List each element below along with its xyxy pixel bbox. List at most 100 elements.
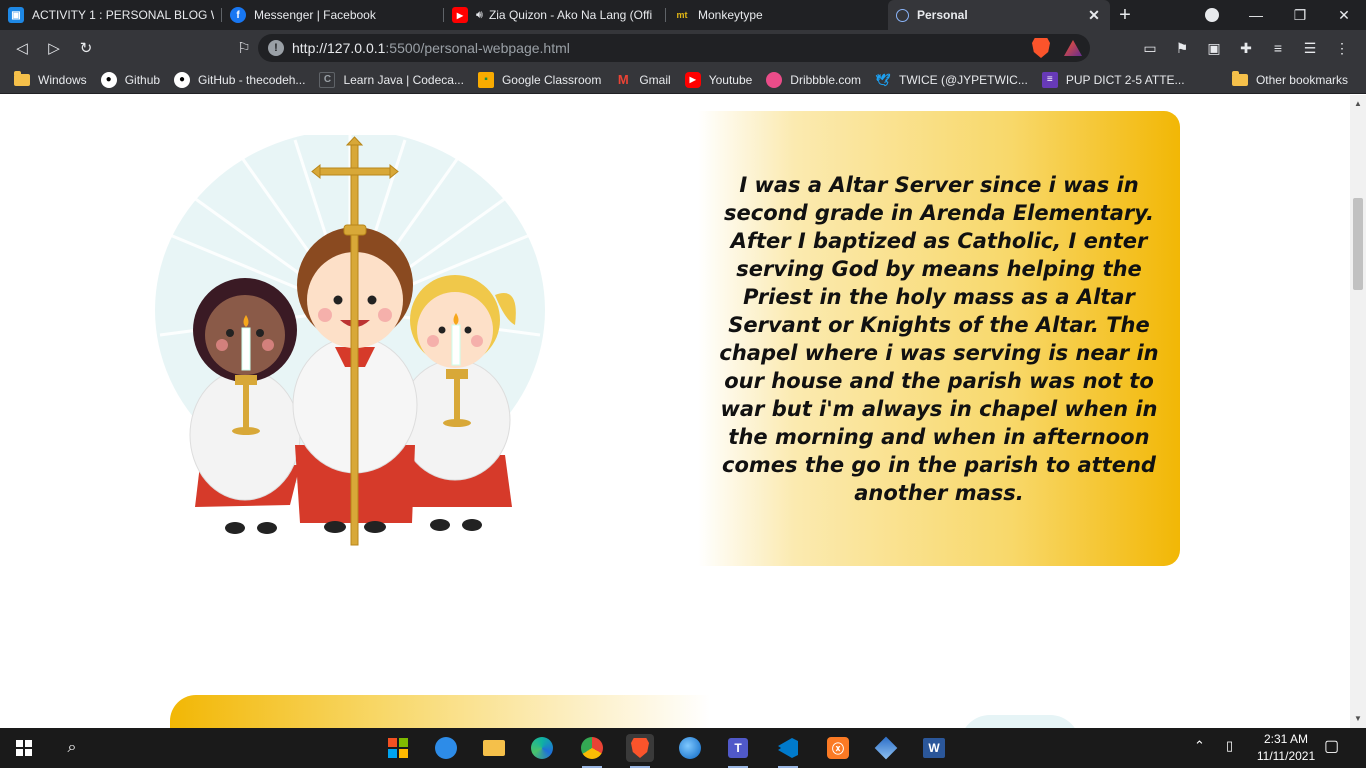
- bookmark-twice[interactable]: 🕊︎ TWICE (@JYPETWIC...: [869, 68, 1036, 92]
- flag-icon[interactable]: ⚑: [1166, 32, 1198, 64]
- tab-title: ACTIVITY 1 : PERSONAL BLOG WEB: [32, 8, 214, 22]
- dribbble-icon: [766, 71, 783, 88]
- bookmark-label: Youtube: [708, 72, 753, 87]
- bookmark-codecademy[interactable]: C Learn Java | Codeca...: [313, 68, 472, 92]
- github-icon: ●: [174, 71, 191, 88]
- new-tab-button[interactable]: +: [1110, 0, 1140, 30]
- sync-app-icon[interactable]: [432, 734, 460, 762]
- search-icon[interactable]: ⌕: [58, 734, 86, 762]
- microsoft-store-icon[interactable]: [384, 734, 412, 762]
- windows-start-icon[interactable]: [10, 734, 38, 762]
- tab-activity[interactable]: ▣ ACTIVITY 1 : PERSONAL BLOG WEB: [0, 0, 222, 30]
- close-tab-icon[interactable]: ✕: [1086, 7, 1102, 23]
- brave-rewards-icon[interactable]: [1064, 40, 1082, 56]
- scroll-down-icon[interactable]: ▼: [1350, 712, 1366, 726]
- bookmark-youtube[interactable]: ▶ Youtube: [679, 68, 761, 92]
- bookmark-label: Github: [124, 72, 161, 87]
- bookmark-google-classroom[interactable]: ▪ Google Classroom: [472, 68, 609, 92]
- monkeytype-icon: mt: [676, 10, 688, 20]
- site-info-icon[interactable]: !: [268, 40, 284, 56]
- tab-messenger[interactable]: f Messenger | Facebook: [222, 0, 444, 30]
- bookmark-github-thecodeh[interactable]: ● GitHub - thecodeh...: [168, 68, 313, 92]
- teams-icon[interactable]: T: [724, 734, 752, 768]
- tab-title: Zia Quizon - Ako Na Lang (Offi: [488, 8, 653, 22]
- screen: ▣ ACTIVITY 1 : PERSONAL BLOG WEB f Messe…: [0, 0, 1366, 768]
- forms-icon: ≡: [1041, 71, 1058, 88]
- classroom-icon: ▪: [477, 71, 494, 88]
- reload-button[interactable]: ↻: [70, 32, 102, 64]
- extension-icon[interactable]: ▣: [1198, 32, 1230, 64]
- youtube-icon: ▶: [684, 71, 701, 88]
- url-host: http://127.0.0.1: [292, 40, 386, 56]
- bookmark-label: Other bookmarks: [1255, 73, 1348, 87]
- bookmark-label: Windows: [38, 72, 87, 87]
- scroll-up-icon[interactable]: ▲: [1350, 97, 1366, 111]
- page-scrollbar[interactable]: ▲ ▼: [1350, 95, 1366, 728]
- folder-icon: [1231, 71, 1248, 88]
- system-clock[interactable]: 2:31 AM 11/11/2021: [1254, 731, 1318, 765]
- youtube-icon: ▶: [452, 7, 468, 23]
- bookmarks-bar: Windows ● Github ● GitHub - thecodeh... CL…: [0, 66, 1366, 94]
- minimize-button[interactable]: —: [1234, 0, 1278, 30]
- vscode-icon[interactable]: [774, 734, 802, 768]
- xampp-icon[interactable]: ⓧ: [824, 734, 852, 762]
- tab-search-icon[interactable]: ▭: [1134, 32, 1166, 64]
- windows-taskbar: ⌕ T ⓧ W ⌃ ▯ 2:31 AM 11/11/2021 ▢: [0, 728, 1366, 768]
- gmail-icon: M: [617, 72, 629, 87]
- url-text: http://127.0.0.1:5500/personal-webpage.h…: [292, 40, 570, 56]
- tab-personal[interactable]: Personal ✕: [888, 0, 1110, 30]
- tab-title: Messenger | Facebook: [254, 8, 376, 22]
- blog-text-card: I was a Altar Server since i was in seco…: [698, 111, 1180, 566]
- bookmark-dribbble[interactable]: Dribbble.com: [760, 68, 869, 92]
- speaker-icon[interactable]: 🔊︎: [476, 9, 483, 22]
- tab-youtube[interactable]: ▶ 🔊︎ Zia Quizon - Ako Na Lang (Offi: [444, 0, 666, 30]
- tab-monkeytype[interactable]: mt Monkeytype: [666, 0, 888, 30]
- blog-paragraph: I was a Altar Server since i was in seco…: [719, 172, 1159, 505]
- playlist-icon[interactable]: ≡: [1262, 32, 1294, 64]
- file-explorer-icon[interactable]: [480, 734, 508, 762]
- address-bar[interactable]: ! http://127.0.0.1:5500/personal-webpage…: [258, 34, 1090, 62]
- bookmark-label: TWICE (@JYPETWIC...: [899, 72, 1028, 87]
- show-hidden-icons[interactable]: ⌃: [1194, 738, 1205, 754]
- puzzle-icon[interactable]: ✚: [1230, 32, 1262, 64]
- chrome-icon[interactable]: [578, 734, 606, 768]
- bookmark-label: PUP DICT 2-5 ATTE...: [1065, 72, 1185, 87]
- page-viewport: I was a Altar Server since i was in seco…: [0, 95, 1350, 728]
- restore-button[interactable]: ❐: [1278, 0, 1322, 30]
- bookmark-gmail[interactable]: M Gmail: [609, 68, 678, 92]
- edge-icon[interactable]: [528, 734, 556, 762]
- firefox-icon[interactable]: [676, 734, 704, 762]
- close-window-button[interactable]: ✕: [1322, 0, 1366, 30]
- bookmark-icon[interactable]: ⚐: [228, 32, 260, 64]
- github-icon: ●: [100, 71, 117, 88]
- brave-shields-icon[interactable]: [1032, 38, 1050, 58]
- folder-icon: [14, 70, 30, 88]
- bookmark-label: Learn Java | Codeca...: [343, 72, 464, 87]
- next-section-card: [170, 695, 710, 728]
- clock-time: 2:31 AM: [1263, 732, 1309, 746]
- reading-list-icon[interactable]: ☰: [1294, 32, 1326, 64]
- codecademy-icon: C: [319, 71, 336, 88]
- classroom-icon: ▣: [8, 7, 24, 23]
- other-bookmarks[interactable]: Other bookmarks: [1226, 68, 1356, 92]
- altar-servers-illustration: [155, 135, 545, 546]
- forward-button[interactable]: ▷: [38, 32, 70, 64]
- word-icon[interactable]: W: [920, 734, 948, 762]
- bookmark-windows[interactable]: Windows: [8, 68, 95, 92]
- brave-browser-icon[interactable]: [626, 734, 654, 768]
- profile-menu-icon[interactable]: [1190, 0, 1234, 30]
- bookmark-label: Gmail: [639, 72, 671, 87]
- clock-date: 11/11/2021: [1256, 749, 1316, 763]
- menu-icon[interactable]: ⋮: [1326, 32, 1358, 64]
- bookmark-github[interactable]: ● Github: [95, 68, 168, 92]
- virtualbox-icon[interactable]: [872, 734, 900, 762]
- notification-icon[interactable]: ▢: [1324, 736, 1339, 756]
- battery-icon[interactable]: ▯: [1226, 738, 1233, 754]
- tab-title: Personal: [917, 8, 968, 22]
- bookmark-pup-dict[interactable]: ≡ PUP DICT 2-5 ATTE...: [1036, 68, 1193, 92]
- back-button[interactable]: ◁: [6, 32, 38, 64]
- scrollbar-thumb[interactable]: [1353, 198, 1363, 290]
- browser-toolbar: ◁ ▷ ↻ ⚐ ! http://127.0.0.1:5500/personal…: [0, 30, 1366, 66]
- next-section-illustration: [960, 715, 1080, 728]
- twitter-icon: 🕊︎: [875, 72, 891, 87]
